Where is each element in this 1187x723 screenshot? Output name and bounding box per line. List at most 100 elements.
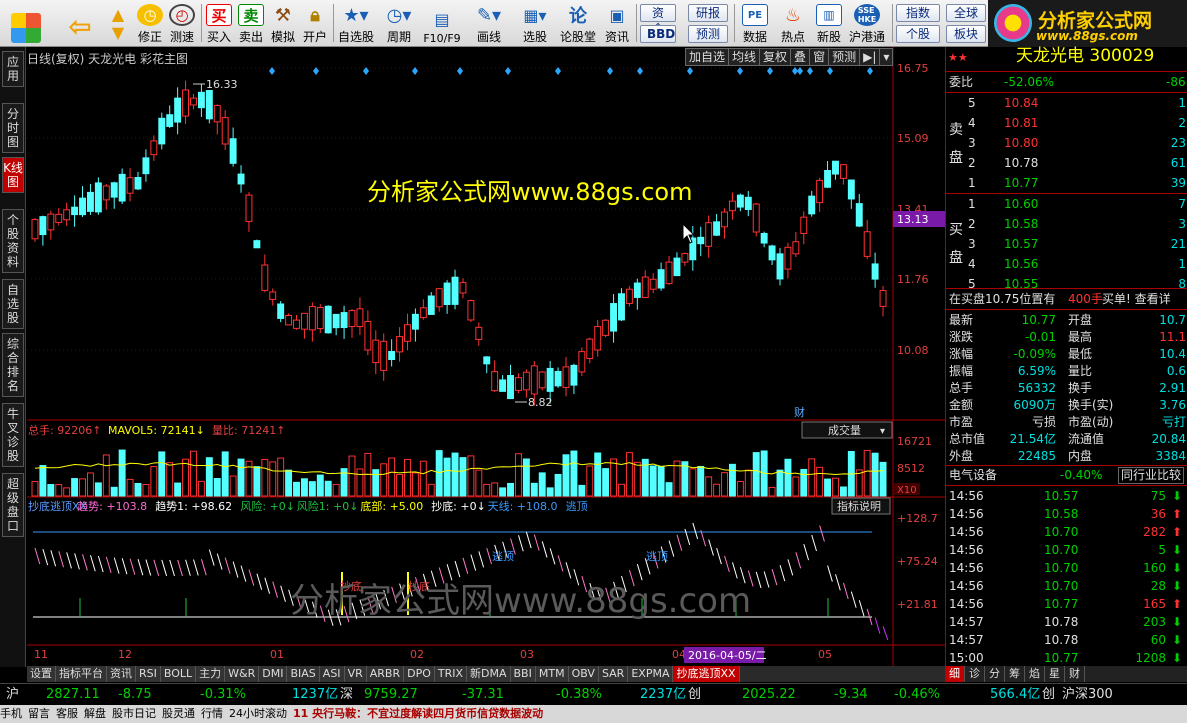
candle-body [229,138,237,164]
ticker-item[interactable]: 股市日记 [112,707,156,720]
global-button[interactable]: 全球 [946,4,986,22]
indicator-tab[interactable]: ARBR [366,666,405,682]
ticker-item[interactable]: 手机 [0,707,22,720]
right-panel-tab[interactable]: 细 [945,666,965,682]
sector-compare-button[interactable]: 同行业比较 [1118,467,1185,484]
candle-body [776,253,784,280]
right-panel-tab[interactable]: 诊 [965,666,985,682]
indicator-tab[interactable]: TRIX [434,666,468,682]
x-axis-tick-label: 04 [672,648,686,661]
indicator-tab[interactable]: 新DMA [467,666,511,682]
right-panel-tab[interactable]: 筹 [1005,666,1025,682]
volume-bar [197,480,205,497]
volume-bar [451,452,459,497]
volume-bar [546,487,554,497]
candle-body [625,288,633,304]
volume-bar [514,453,522,497]
indicator-tab[interactable]: BIAS [287,666,320,682]
volume-bar [213,478,221,497]
sector-button[interactable]: 板块 [946,25,986,43]
candle-body [570,364,578,386]
x-axis-tick-label: 02 [410,648,424,661]
volume-bar [792,476,800,497]
right-panel-tab[interactable]: 星 [1045,666,1065,682]
window-tag[interactable]: 窗 [809,48,830,66]
indicator-tab[interactable]: 资讯 [107,666,136,682]
big-order-notice[interactable]: 在买盘10.75位置有 400手 买单! 查看详 [946,291,1187,308]
candle-body [475,326,483,340]
indicator-tab[interactable]: 指标平台 [56,666,107,682]
candle-body [166,114,174,127]
kline-chart[interactable]: 16.7515.0913.4111.7610.0813.13 16.338.82… [0,0,945,666]
candle-body [253,240,261,249]
volume-bar [435,450,443,497]
ma-tag[interactable]: 均线 [728,48,761,66]
indicator-tab[interactable]: RSI [136,666,161,682]
volume-bar [308,481,316,497]
volume-bar [522,458,530,497]
ticker-item[interactable]: 股灵通 [162,707,195,720]
volume-bar [269,461,277,497]
volume-bar [31,481,39,497]
candle-body [554,370,562,387]
ticker-item[interactable]: 留言 [28,707,50,720]
candle-body [879,290,887,307]
dropdown-tag[interactable]: ▾ [879,48,894,66]
indicator-tab[interactable]: ASI [319,666,345,682]
right-panel-tab[interactable]: 分 [985,666,1005,682]
volume-bar [55,484,63,497]
candle-body [760,232,768,244]
x-axis-tick-label: 03 [520,648,534,661]
indicator-tab[interactable]: BBI [510,666,536,682]
sector-row[interactable]: 电气设备 -0.40% 同行业比较 [946,467,1187,484]
indicator-header-item: 底部: +5.00 [360,499,423,513]
indicator-tab[interactable]: MTM [535,666,569,682]
ticker-item[interactable]: 11 央行马鞍：不宜过度解读四月货币信贷数据波动 [293,707,543,720]
volume-bar [126,478,134,497]
indicator-tab[interactable]: DMI [259,666,288,682]
candle-body [816,179,824,204]
right-panel-tab[interactable]: 财 [1065,666,1085,682]
forecast-tag[interactable]: 预测 [828,48,861,66]
volume-bar [158,451,166,497]
indicator-help-label: 指标说明 [837,499,881,513]
indicator-tab[interactable]: OBV [568,666,599,682]
indicator-tab[interactable]: BOLL [160,666,197,682]
volume-bar [427,483,435,497]
volume-bar [293,481,300,497]
volume-bar [443,457,451,497]
site-logo: 分析家公式网 www.88gs.com [988,0,1187,47]
candle-body [332,313,340,329]
indicator-tab[interactable]: 抄底逃顶XX [673,666,740,682]
volume-bar [784,458,792,497]
ticker-item[interactable]: 解盘 [84,707,106,720]
volume-bar [411,472,419,497]
candle-body [752,203,760,233]
vol-scale-label: X10 [897,485,917,496]
goto-end-tag[interactable]: ▶| [859,48,881,66]
news-ticker[interactable]: 手机 留言 客服 解盘 股市日记 股灵通 行情 24小时滚动 11 央行马鞍：不宜过度解读四月货… [0,705,1187,723]
ticker-item[interactable]: 客服 [56,707,78,720]
indicator-tab[interactable]: DPO [404,666,435,682]
indicator-tab[interactable]: EXPMA [628,666,674,682]
candle-body [118,173,126,202]
sell-level-row: 3 10.80 23 [968,136,1186,150]
right-panel-tab[interactable]: 焰 [1025,666,1045,682]
indicator-tab[interactable]: W&R [225,666,260,682]
candle-body [396,336,404,353]
candle-body [459,282,467,294]
ticker-item[interactable]: 24小时滚动 [229,707,287,720]
adjust-tag[interactable]: 复权 [759,48,792,66]
indicator-tab[interactable]: VR [344,666,367,682]
candle-body [126,177,134,194]
x-axis-tick-label: 05 [818,648,832,661]
overlay-tag[interactable]: 叠 [790,48,811,66]
candle-body [507,375,514,400]
indicator-tab[interactable]: SAR [598,666,629,682]
add-watchlist-tag[interactable]: 加自选 [685,48,730,66]
indicator-tab[interactable]: 设置 [27,666,56,682]
candle-body [190,97,197,106]
ticker-item[interactable]: 行情 [201,707,223,720]
stat-row: 涨幅 -0.09% 最低 10.4 [949,347,1186,361]
indicator-tab[interactable]: 主力 [196,666,226,682]
